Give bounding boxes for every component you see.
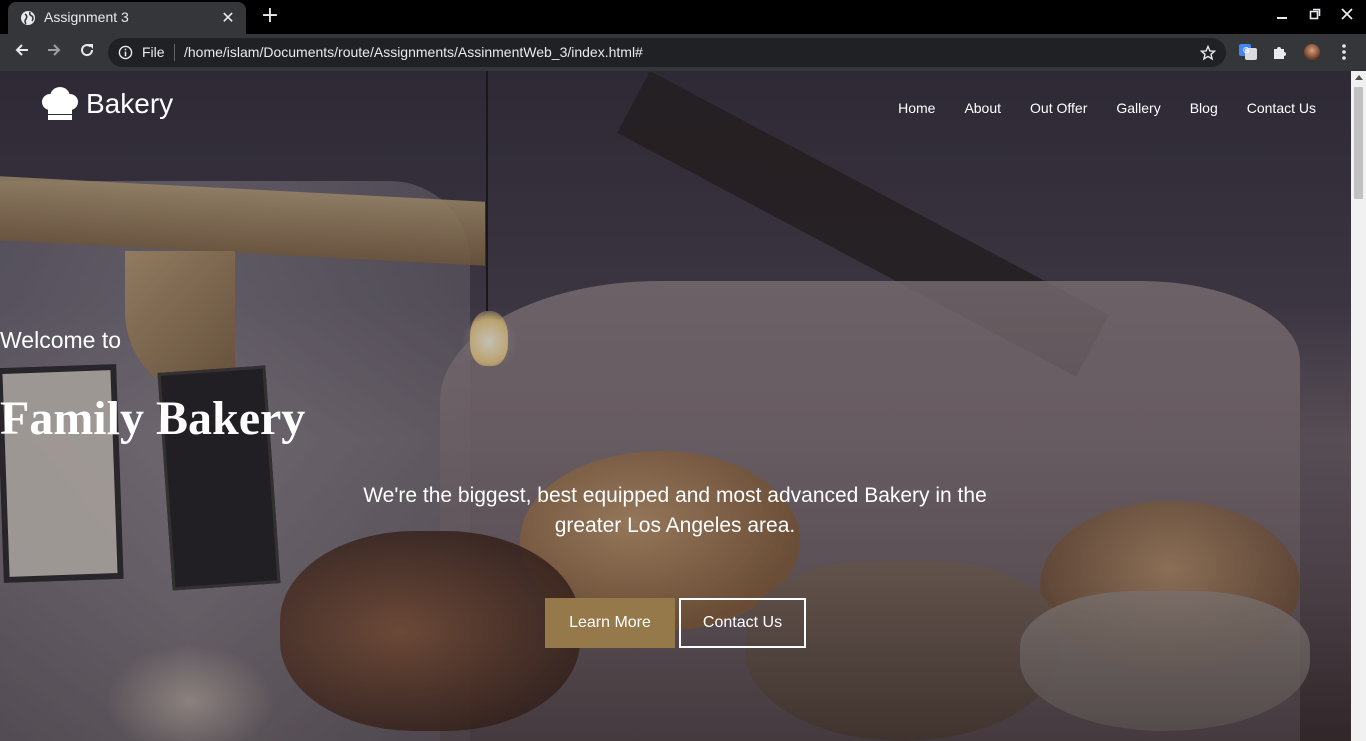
omnibox-divider <box>174 44 175 61</box>
reload-icon[interactable] <box>74 40 100 66</box>
svg-text:G: G <box>1243 46 1249 55</box>
nav-about[interactable]: About <box>964 100 1001 116</box>
browser-toolbar: File /home/islam/Documents/route/Assignm… <box>0 34 1366 71</box>
scrollbar-thumb[interactable] <box>1354 87 1363 199</box>
close-tab-icon[interactable]: ✕ <box>218 8 238 28</box>
url-scheme-label: File <box>142 44 165 60</box>
site-logo[interactable]: Bakery <box>40 86 173 122</box>
puzzle-icon[interactable] <box>1270 42 1290 62</box>
info-icon[interactable] <box>118 45 133 60</box>
browser-tab[interactable]: Assignment 3 ✕ <box>8 2 246 34</box>
chef-hat-icon <box>42 87 78 120</box>
learn-more-button[interactable]: Learn More <box>545 598 675 648</box>
avatar[interactable] <box>1302 42 1322 62</box>
translate-icon[interactable]: G <box>1238 42 1258 62</box>
tab-title: Assignment 3 <box>44 9 129 25</box>
scroll-up-arrow-icon[interactable] <box>1355 75 1363 80</box>
minimize-icon[interactable] <box>1272 7 1292 27</box>
contact-us-button[interactable]: Contact Us <box>679 598 806 648</box>
nav-gallery[interactable]: Gallery <box>1116 100 1160 116</box>
nav-contact-us[interactable]: Contact Us <box>1247 100 1316 116</box>
nav-out-offer[interactable]: Out Offer <box>1030 100 1087 116</box>
page-scrollbar[interactable] <box>1351 71 1366 741</box>
new-tab-button[interactable]: + <box>258 5 282 29</box>
bookmark-star-icon[interactable] <box>1200 45 1216 61</box>
main-nav: Home About Out Offer Gallery Blog Contac… <box>869 100 1316 116</box>
globe-icon <box>21 11 35 25</box>
address-bar[interactable]: File /home/islam/Documents/route/Assignm… <box>108 38 1226 67</box>
kebab-menu-icon[interactable] <box>1334 42 1354 62</box>
logo-text: Bakery <box>86 88 174 119</box>
nav-home[interactable]: Home <box>898 100 935 116</box>
hero-subtitle: We're the biggest, best equipped and mos… <box>363 484 987 537</box>
forward-arrow-icon[interactable] <box>41 40 67 66</box>
url-text[interactable]: /home/islam/Documents/route/Assignments/… <box>184 44 643 60</box>
restore-icon[interactable] <box>1305 7 1325 27</box>
hero-section: Bakery Home About Out Offer Gallery Blog… <box>0 71 1351 741</box>
hero-title: Family Bakery <box>0 392 306 445</box>
close-window-icon[interactable] <box>1337 7 1357 27</box>
nav-blog[interactable]: Blog <box>1190 100 1218 116</box>
back-arrow-icon[interactable] <box>9 40 35 66</box>
browser-tab-strip: Assignment 3 ✕ + <box>0 0 1366 34</box>
hero-welcome: Welcome to <box>0 327 122 353</box>
